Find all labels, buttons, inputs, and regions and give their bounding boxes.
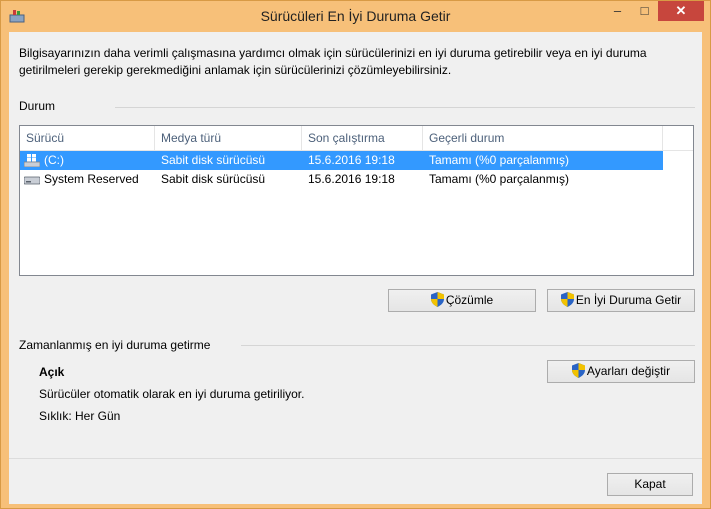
column-header-media-type[interactable]: Medya türü	[155, 126, 302, 150]
description-text: Bilgisayarınızın daha verimli çalışmasın…	[19, 46, 647, 77]
schedule-divider	[241, 345, 695, 346]
uac-shield-icon	[560, 292, 574, 307]
dialog-footer: Kapat	[9, 458, 702, 504]
status-divider	[115, 107, 695, 108]
cell-drive: System Reserved	[44, 172, 139, 186]
uac-shield-icon	[430, 292, 444, 307]
cell-current-status: Tamamı (%0 parçalanmış)	[429, 153, 570, 167]
analyze-button[interactable]: Çözümle	[388, 289, 536, 312]
schedule-state: Açık	[39, 365, 65, 379]
schedule-section-label: Zamanlanmış en iyi duruma getirme	[19, 338, 211, 352]
column-header-last-run[interactable]: Son çalıştırma	[302, 126, 423, 150]
cell-last-run: 15.6.2016 19:18	[308, 153, 395, 167]
analyze-button-label: Çözümle	[445, 293, 494, 307]
windows-drive-icon	[24, 154, 40, 167]
table-row[interactable]: (C:) Sabit disk sürücüsü 15.6.2016 19:18…	[20, 151, 663, 170]
drives-list[interactable]: Sürücü Medya türü Son çalıştırma Geçerli…	[19, 125, 694, 276]
optimize-button-label: En İyi Duruma Getir	[575, 293, 682, 307]
list-header: Sürücü Medya türü Son çalıştırma Geçerli…	[20, 126, 693, 151]
cell-media-type: Sabit disk sürücüsü	[161, 172, 266, 186]
column-header-current-status[interactable]: Geçerli durum	[423, 126, 663, 150]
cell-last-run: 15.6.2016 19:18	[308, 172, 395, 186]
uac-shield-icon	[571, 363, 585, 378]
table-row[interactable]: System Reserved Sabit disk sürücüsü 15.6…	[20, 170, 663, 189]
minimize-button[interactable]: –	[604, 1, 631, 21]
schedule-frequency: Sıklık: Her Gün	[39, 409, 121, 423]
cell-media-type: Sabit disk sürücüsü	[161, 153, 266, 167]
maximize-button[interactable]: □	[631, 1, 658, 21]
title-bar[interactable]: Sürücüleri En İyi Duruma Getir – □ ✕	[1, 1, 710, 31]
cell-current-status: Tamamı (%0 parçalanmış)	[429, 172, 570, 186]
optimize-drives-window: Sürücüleri En İyi Duruma Getir – □ ✕ Bil…	[0, 0, 711, 509]
column-header-drive[interactable]: Sürücü	[20, 126, 155, 150]
change-settings-button[interactable]: Ayarları değiştir	[547, 360, 695, 383]
optimize-button[interactable]: En İyi Duruma Getir	[547, 289, 695, 312]
change-settings-button-label: Ayarları değiştir	[586, 364, 671, 378]
close-window-button[interactable]: ✕	[658, 1, 704, 21]
hard-drive-icon	[24, 176, 40, 185]
close-button[interactable]: Kapat	[607, 473, 693, 496]
cell-drive: (C:)	[44, 153, 64, 167]
schedule-description: Sürücüler otomatik olarak en iyi duruma …	[39, 387, 305, 401]
client-area: Bilgisayarınızın daha verimli çalışmasın…	[9, 32, 702, 458]
status-section-label: Durum	[19, 99, 56, 113]
